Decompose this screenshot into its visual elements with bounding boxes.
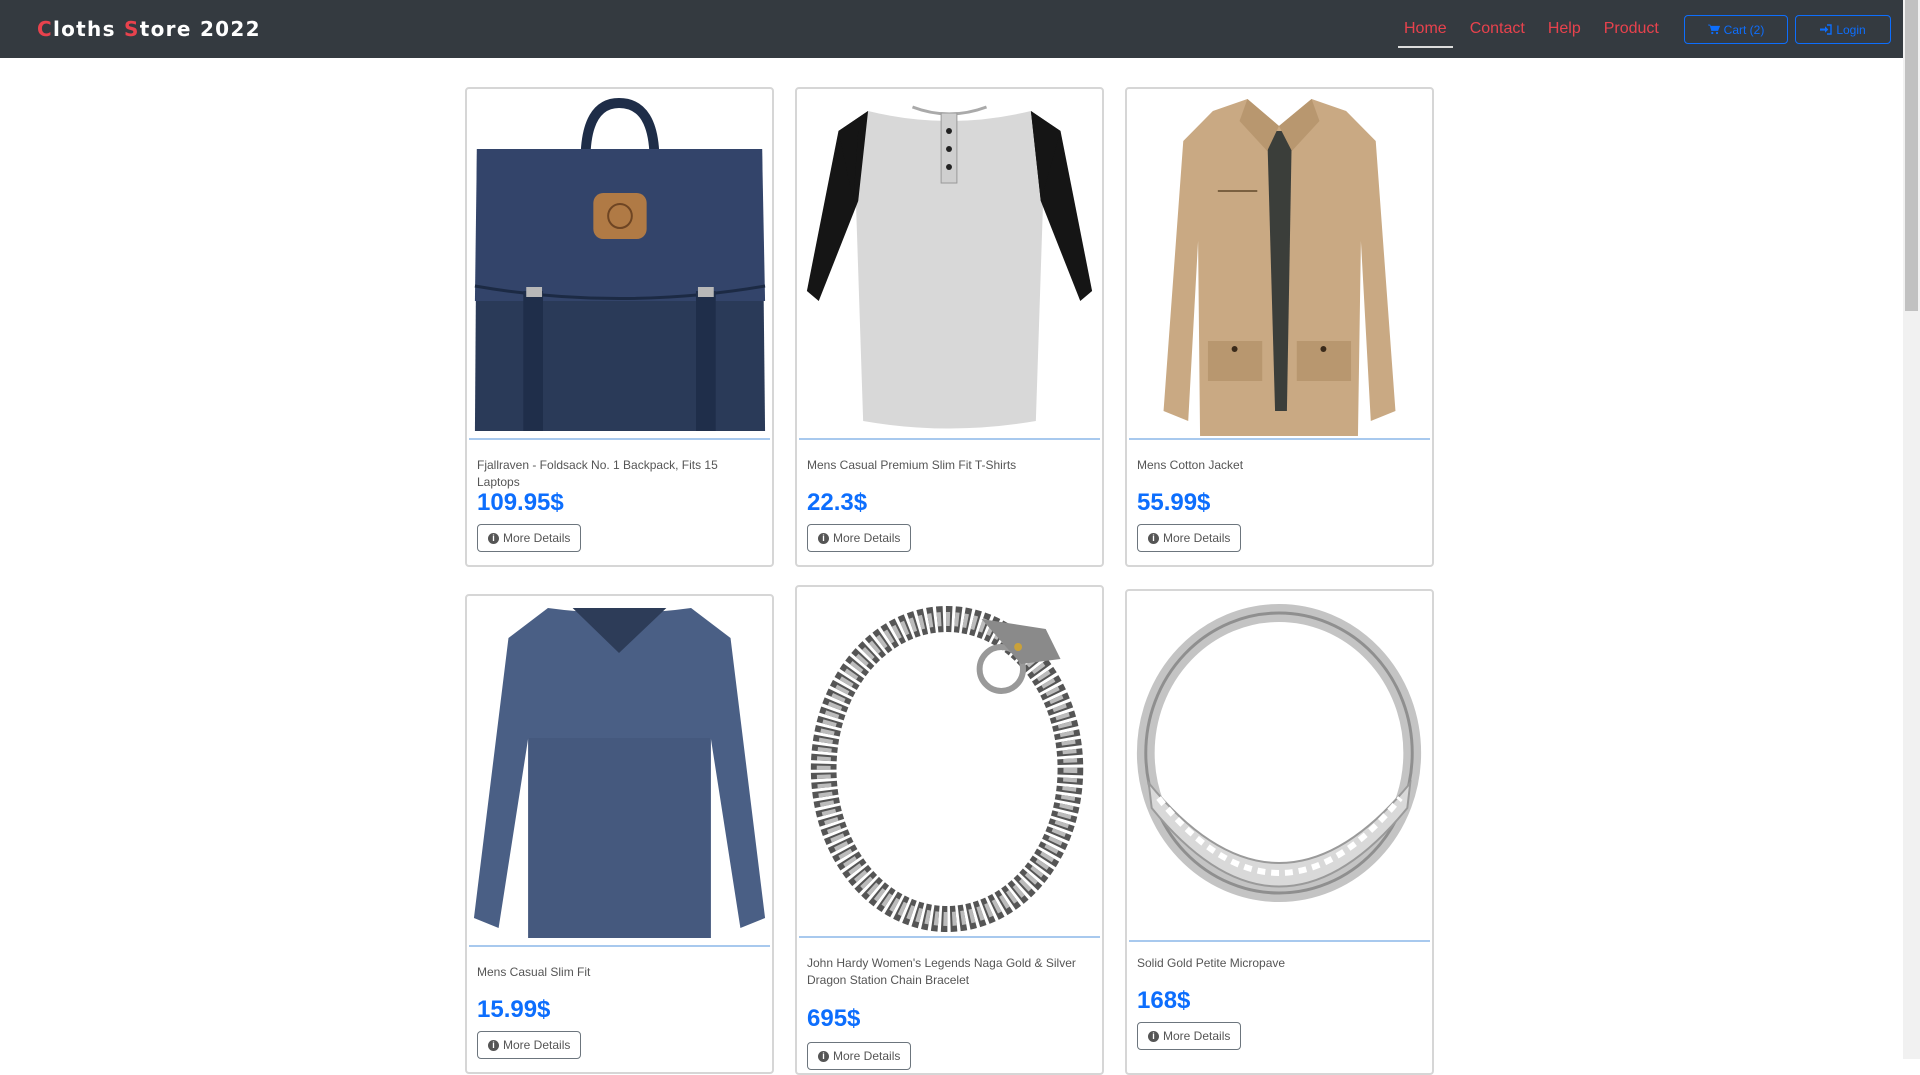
info-icon: i: [818, 532, 829, 544]
product-card: Mens Cotton Jacket 55.99$ i More Details: [1125, 87, 1434, 567]
brand-text-2: tore 2022: [139, 17, 261, 41]
product-price: 695$: [807, 1005, 861, 1032]
product-card: Solid Gold Petite Micropave 168$ i More …: [1125, 589, 1434, 1075]
product-title: Fjallraven - Foldsack No. 1 Backpack, Fi…: [477, 458, 718, 489]
info-icon: i: [1148, 1030, 1159, 1042]
product-price: 22.3$: [807, 489, 868, 516]
nav-contact[interactable]: Contact: [1470, 0, 1525, 58]
more-details-label: More Details: [833, 1049, 901, 1063]
tshirt-image: [806, 105, 1093, 429]
more-details-label: More Details: [1163, 531, 1231, 545]
login-button[interactable]: Login: [1795, 15, 1891, 44]
scrollbar-thumb[interactable]: [1905, 0, 1918, 311]
more-details-button[interactable]: i More Details: [477, 1031, 582, 1059]
more-details-button[interactable]: i More Details: [807, 524, 912, 552]
ring-image: [1136, 604, 1422, 902]
more-details-label: More Details: [833, 531, 901, 545]
cart-label: Cart (2): [1723, 22, 1765, 37]
product-price: 55.99$: [1137, 489, 1211, 516]
more-details-label: More Details: [503, 531, 571, 545]
sign-in-icon: [1820, 24, 1833, 35]
product-card: Mens Casual Premium Slim Fit T-Shirts 22…: [795, 87, 1104, 567]
more-details-button[interactable]: i More Details: [1137, 524, 1242, 552]
brand-text-1: loths: [52, 17, 125, 41]
more-details-label: More Details: [1163, 1029, 1231, 1043]
nav-home[interactable]: Home: [1398, 0, 1453, 58]
cart-icon: [1707, 24, 1720, 35]
navbar: Cloths Store 2022 Home Contact Help Prod…: [0, 0, 1903, 58]
more-details-button[interactable]: i More Details: [477, 524, 582, 552]
product-price: 109.95$: [477, 489, 564, 516]
brand-logo[interactable]: Cloths Store 2022: [37, 17, 261, 41]
product-title: Mens Casual Premium Slim Fit T-Shirts: [807, 458, 1017, 472]
product-price: 168$: [1137, 987, 1191, 1014]
nav-product[interactable]: Product: [1604, 0, 1659, 58]
backpack-image: [474, 97, 766, 431]
nav-help[interactable]: Help: [1548, 0, 1581, 58]
more-details-button[interactable]: i More Details: [807, 1042, 912, 1070]
product-image: [469, 598, 770, 947]
product-card: Mens Casual Slim Fit 15.99$ i More Detai…: [465, 594, 774, 1074]
brand-letter-s: S: [124, 17, 140, 41]
product-card: John Hardy Women's Legends Naga Gold & S…: [795, 585, 1104, 1075]
info-icon: i: [488, 1039, 499, 1051]
product-title: Solid Gold Petite Micropave: [1137, 956, 1286, 970]
bracelet-image: [810, 606, 1084, 932]
product-image: [799, 91, 1100, 440]
info-icon: i: [488, 532, 499, 544]
longsleeve-image: [473, 608, 766, 938]
info-icon: i: [1148, 532, 1159, 544]
product-price: 15.99$: [477, 996, 551, 1023]
nav-links: Home Contact Help Product: [1398, 0, 1682, 58]
brand-letter-c: C: [37, 17, 53, 41]
more-details-button[interactable]: i More Details: [1137, 1022, 1242, 1050]
product-title: John Hardy Women's Legends Naga Gold & S…: [807, 956, 1076, 987]
product-image: [799, 589, 1100, 938]
product-title: Mens Cotton Jacket: [1137, 458, 1244, 472]
login-label: Login: [1836, 22, 1866, 37]
product-card: Fjallraven - Foldsack No. 1 Backpack, Fi…: [465, 87, 774, 567]
info-icon: i: [818, 1050, 829, 1062]
cart-button[interactable]: Cart (2): [1684, 15, 1788, 44]
more-details-label: More Details: [503, 1038, 571, 1052]
jacket-image: [1163, 99, 1396, 436]
product-image: [469, 91, 770, 440]
product-image: [1129, 91, 1430, 440]
product-title: Mens Casual Slim Fit: [477, 965, 591, 979]
product-image: [1129, 593, 1430, 942]
